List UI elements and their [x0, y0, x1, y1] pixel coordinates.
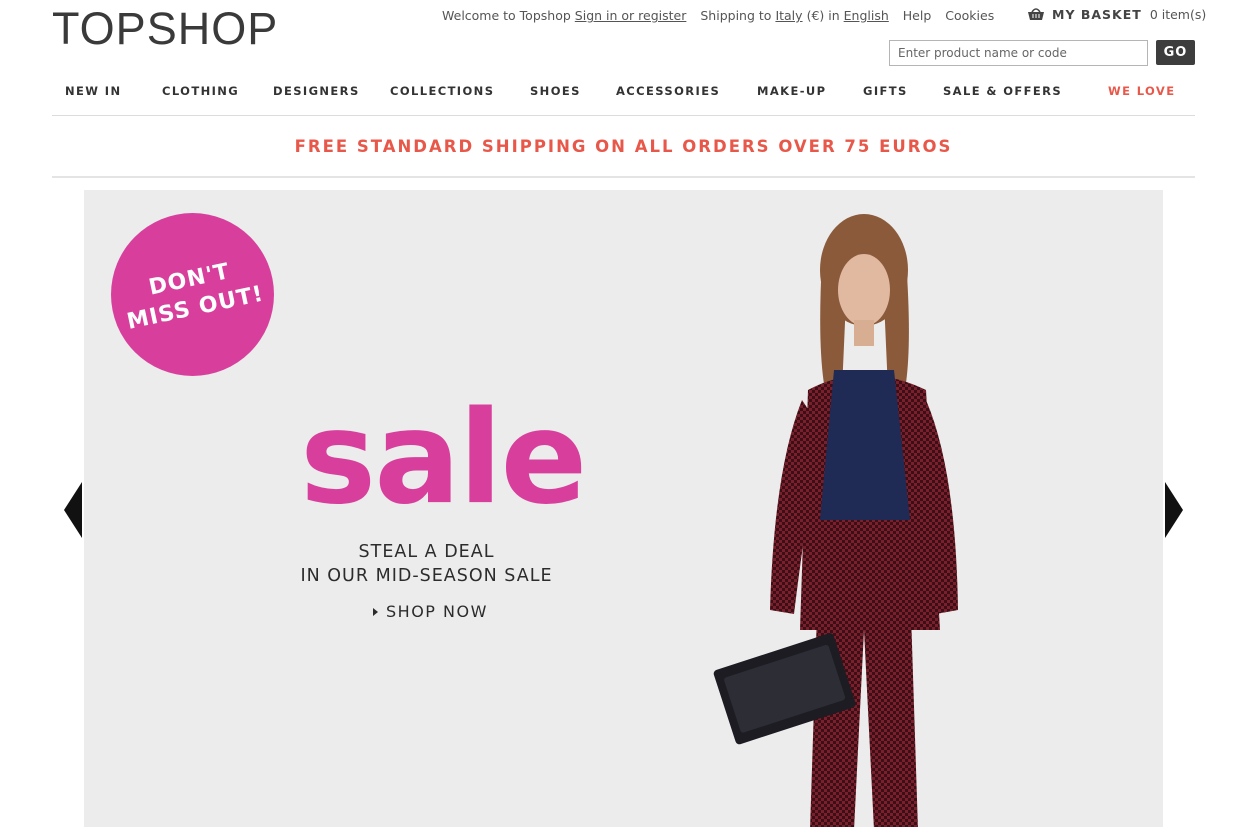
country-link[interactable]: Italy [775, 8, 802, 23]
promo-text: FREE STANDARD SHIPPING ON ALL ORDERS OVE… [294, 136, 953, 156]
main-nav: NEW IN CLOTHING DESIGNERS COLLECTIONS SH… [52, 78, 1195, 116]
dont-miss-out-badge: DON'T MISS OUT! [111, 213, 274, 376]
play-triangle-icon [373, 607, 378, 616]
nav-we-love[interactable]: WE LOVE [1108, 84, 1176, 98]
carousel-next-arrow-icon[interactable] [1165, 482, 1183, 538]
promo-banner[interactable]: FREE STANDARD SHIPPING ON ALL ORDERS OVE… [52, 116, 1195, 178]
nav-make-up[interactable]: MAKE-UP [757, 84, 826, 98]
model-photo [713, 214, 958, 827]
language-link[interactable]: English [844, 8, 889, 23]
sign-in-link[interactable]: Sign in or register [575, 8, 687, 23]
nav-designers[interactable]: DESIGNERS [273, 84, 360, 98]
help-link[interactable]: Help [903, 8, 932, 23]
sale-subheadline: STEAL A DEAL IN OUR MID-SEASON SALE [234, 541, 619, 588]
cookies-link[interactable]: Cookies [945, 8, 994, 23]
topshop-logo[interactable]: TOPSHOP [52, 6, 278, 51]
basket-label: MY BASKET [1052, 6, 1142, 22]
shipping-label: Shipping to [700, 8, 772, 23]
nav-sale-offers[interactable]: SALE & OFFERS [943, 84, 1062, 98]
nav-accessories[interactable]: ACCESSORIES [616, 84, 720, 98]
carousel-prev-arrow-icon[interactable] [64, 482, 82, 538]
shop-now-link[interactable]: SHOP NOW [373, 602, 488, 621]
nav-new-in[interactable]: NEW IN [65, 84, 121, 98]
subline-2: IN OUR MID-SEASON SALE [300, 565, 553, 586]
utility-bar: Welcome to Topshop Sign in or register S… [442, 8, 994, 23]
search-input[interactable] [889, 40, 1148, 66]
hero-banner[interactable]: DON'T MISS OUT! sale STEAL A DEAL IN OUR… [84, 190, 1163, 827]
nav-clothing[interactable]: CLOTHING [162, 84, 239, 98]
my-basket[interactable]: MY BASKET 0 item(s) [1026, 6, 1206, 22]
currency-label: (€) in [806, 8, 840, 23]
welcome-text: Welcome to Topshop [442, 8, 571, 23]
nav-gifts[interactable]: GIFTS [863, 84, 908, 98]
shop-now-label: SHOP NOW [386, 602, 488, 621]
search-go-button[interactable]: GO [1156, 40, 1195, 65]
basket-icon [1028, 8, 1044, 20]
basket-count: 0 item(s) [1149, 6, 1207, 22]
nav-shoes[interactable]: SHOES [530, 84, 581, 98]
sale-headline: sale [300, 384, 587, 533]
subline-1: STEAL A DEAL [358, 542, 495, 562]
nav-collections[interactable]: COLLECTIONS [390, 84, 494, 98]
